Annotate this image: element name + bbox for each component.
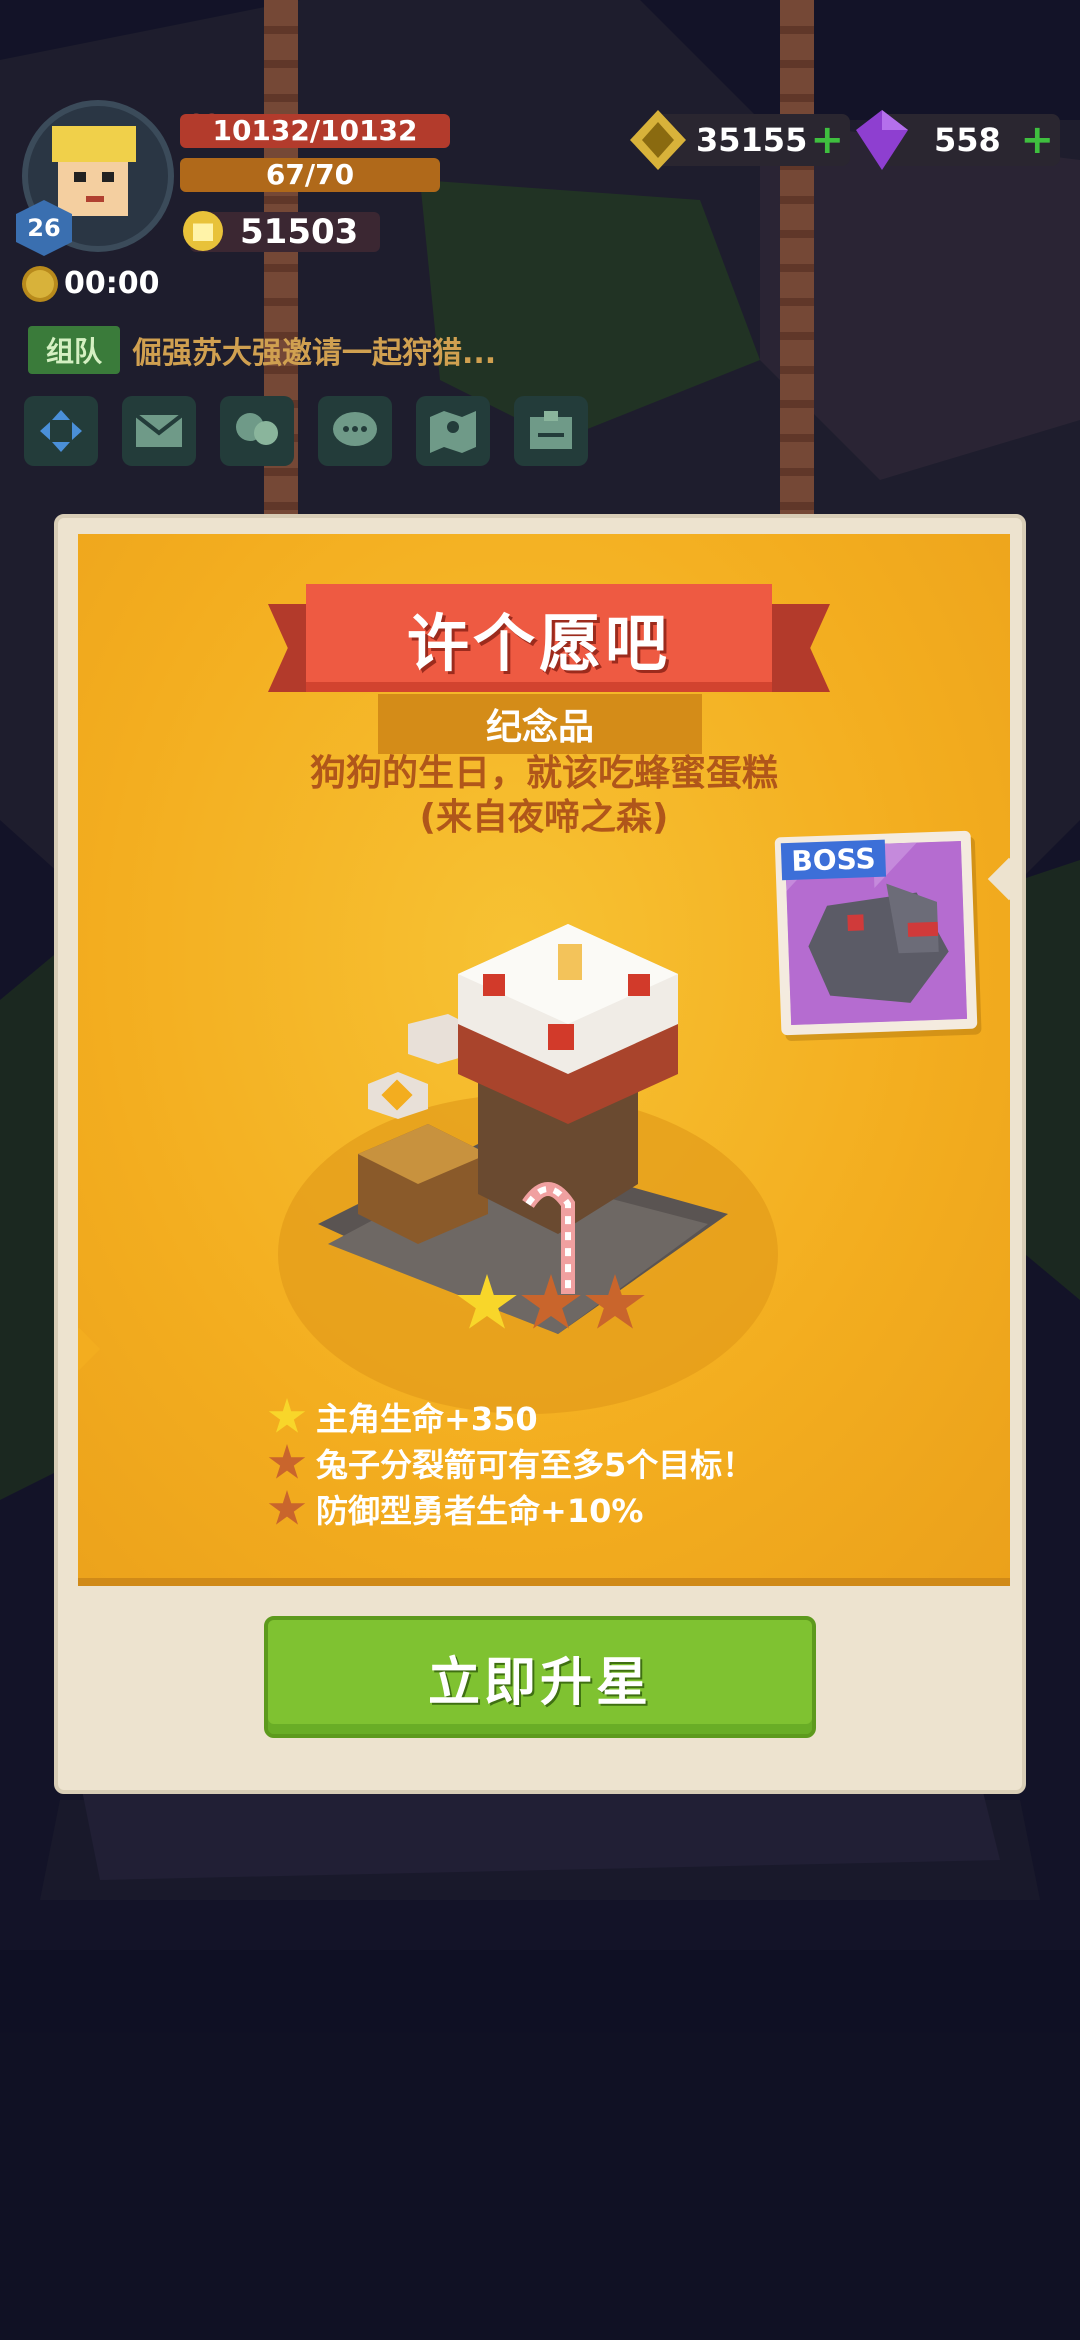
cake-item-icon (278, 924, 778, 1414)
gem-counter: 558 + (856, 110, 1060, 170)
boss-label: BOSS (780, 839, 887, 881)
chat-bar[interactable]: 组队 倔强苏大强邀请一起狩猎... (28, 326, 496, 374)
bonus-text: 兔子分裂箭可有至多5个目标！ (316, 1446, 755, 1484)
bonus-row: 兔子分裂箭可有至多5个目标！ (268, 1440, 754, 1486)
hud-icon-row (24, 396, 588, 466)
subtitle-banner: 纪念品 (378, 694, 702, 754)
chat-button[interactable] (318, 396, 392, 466)
dialog-subtitle: 纪念品 (485, 707, 594, 748)
timer-text: 00:00 (64, 266, 160, 301)
id-card-icon (530, 411, 572, 449)
wish-dialog: 许个愿吧 纪念品 狗狗的生日，就该吃蜂蜜蛋糕 (来自夜啼之森) BOSS 主角生… (54, 514, 1026, 1794)
gold-star-icon (268, 1398, 306, 1433)
item-description: 狗狗的生日，就该吃蜂蜜蛋糕 (来自夜啼之森) (78, 752, 1010, 840)
star-1-icon (457, 1274, 517, 1329)
dialog-title: 许个愿吧 (406, 607, 671, 680)
hud: 26 10132/10132 67/70 51503 00:00 组队 倔强苏大… (0, 0, 1080, 520)
social-button[interactable] (220, 396, 294, 466)
dpad-button[interactable] (24, 396, 98, 466)
bonus-text: 主角生命+350 (316, 1400, 538, 1438)
add-gem-button[interactable]: + (1020, 114, 1054, 166)
bronze-star-icon (268, 1490, 306, 1525)
wish-panel: 许个愿吧 纪念品 狗狗的生日，就该吃蜂蜜蛋糕 (来自夜啼之森) BOSS 主角生… (78, 534, 1010, 1586)
map-icon (430, 411, 476, 453)
boss-card[interactable]: BOSS (774, 830, 978, 1036)
mail-button[interactable] (122, 396, 196, 466)
sun-icon (26, 269, 54, 298)
title-ribbon: 许个愿吧 (306, 584, 772, 692)
energy-bar: 67/70 (180, 158, 440, 192)
gold-value: 35155 (696, 121, 808, 159)
chat-tag: 组队 (28, 326, 121, 374)
timer: 00:00 (26, 266, 160, 301)
map-button[interactable] (416, 396, 490, 466)
star-3-icon (585, 1274, 645, 1329)
description-line-1: 狗狗的生日，就该吃蜂蜜蛋糕 (309, 753, 778, 794)
bonus-list: 主角生命+350 兔子分裂箭可有至多5个目标！ 防御型勇者生命+10% (268, 1394, 754, 1532)
gold-counter: 35155 + (630, 110, 850, 170)
mail-icon (134, 413, 184, 447)
gold-coin-icon (630, 110, 686, 170)
star-rating (456, 1274, 646, 1334)
upgrade-star-button[interactable]: 立即升星 (264, 1616, 816, 1738)
gem-icon (856, 110, 908, 170)
star-2-icon (521, 1274, 581, 1329)
bonus-text: 防御型勇者生命+10% (316, 1492, 644, 1530)
bonus-row: 主角生命+350 (268, 1394, 754, 1440)
bronze-star-icon (268, 1444, 306, 1479)
bonus-row: 防御型勇者生命+10% (268, 1486, 754, 1532)
hp-bar: 10132/10132 (180, 114, 450, 148)
profile-button[interactable] (514, 396, 588, 466)
add-gold-button[interactable]: + (810, 114, 844, 166)
social-icon (236, 413, 278, 445)
dpad-icon (40, 410, 82, 452)
gem-value: 558 (934, 121, 1001, 159)
chat-bubble-icon (333, 412, 377, 446)
chat-message: 倔强苏大强邀请一起狩猎... (132, 336, 497, 371)
power-icon (183, 211, 223, 251)
upgrade-star-label: 立即升星 (427, 1652, 652, 1713)
